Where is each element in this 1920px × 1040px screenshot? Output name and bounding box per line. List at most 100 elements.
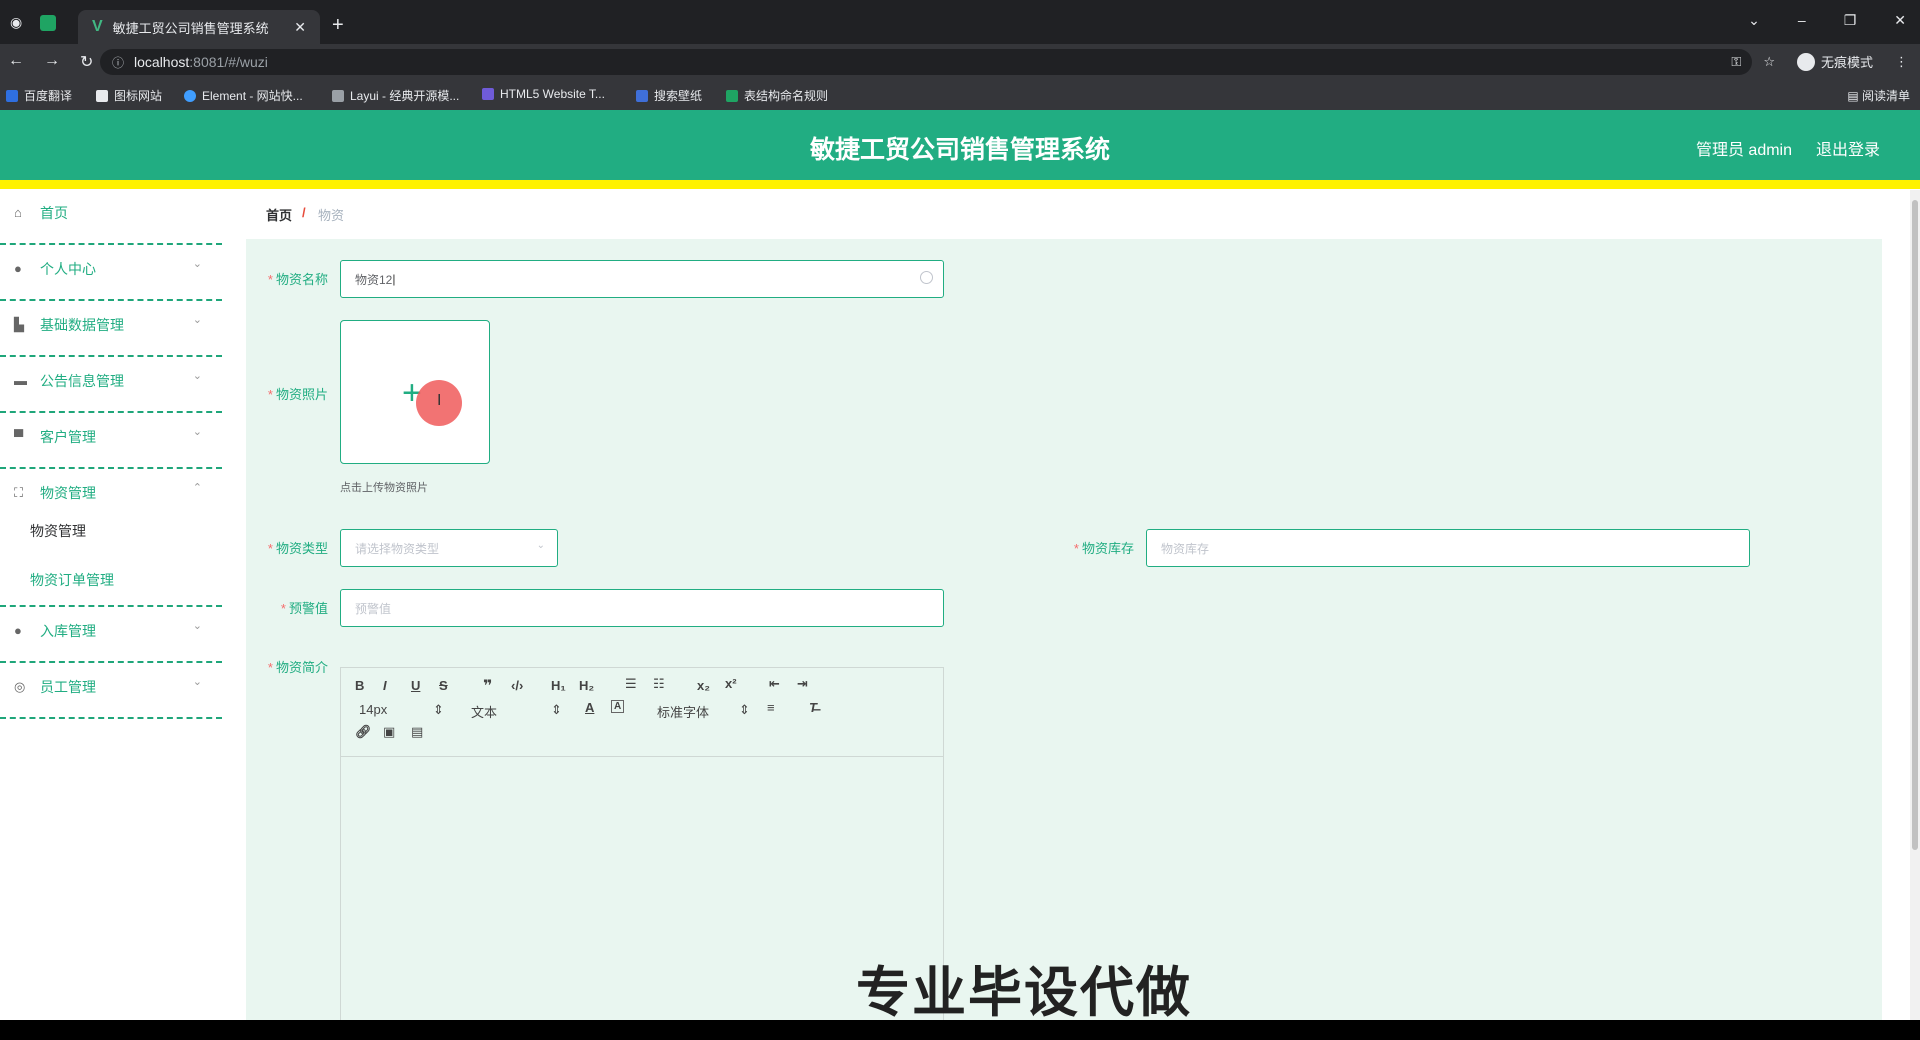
- clean-format-icon[interactable]: T̶: [809, 700, 817, 715]
- bookmark-item[interactable]: Layui - 经典开源模...: [332, 87, 459, 104]
- submenu-material[interactable]: 物资管理: [30, 521, 86, 541]
- chevron-down-icon: ⌄: [192, 426, 202, 438]
- ordered-list-icon[interactable]: ☰: [625, 676, 637, 692]
- font-size-select[interactable]: 14px: [359, 702, 387, 717]
- scrollbar-thumb[interactable]: [1912, 200, 1918, 850]
- url-field[interactable]: ⓘ localhost:8081/#/wuzi: [100, 49, 1752, 75]
- breadcrumb-current: 物资: [318, 208, 345, 223]
- new-tab-button[interactable]: +: [332, 14, 344, 37]
- blockquote-icon[interactable]: ❞: [483, 676, 492, 696]
- bookmark-item[interactable]: HTML5 Website T...: [482, 87, 605, 101]
- sidebar-item-staff[interactable]: ◎ 员工管理 ⌄: [0, 663, 222, 719]
- tab-title: 敏捷工贸公司销售管理系统: [112, 20, 269, 36]
- reading-list-icon: ▤: [1847, 89, 1862, 103]
- submenu-material-order[interactable]: 物资订单管理: [30, 570, 114, 590]
- forward-icon[interactable]: →: [44, 52, 60, 72]
- current-user: 管理员 admin: [1695, 142, 1792, 159]
- material-name-input[interactable]: 物资12 |: [340, 260, 944, 298]
- code-block-icon[interactable]: ‹/›: [511, 678, 523, 693]
- material-name-value: 物资12: [355, 272, 393, 287]
- site-info-icon[interactable]: ⓘ: [112, 54, 124, 71]
- browser-more-icon[interactable]: ⋮: [1895, 54, 1908, 70]
- align-icon[interactable]: ≡: [767, 700, 775, 715]
- bold-icon[interactable]: B: [355, 678, 364, 693]
- tab-search-icon[interactable]: ⌄: [1748, 12, 1760, 29]
- sidebar-item-home[interactable]: ⌂ 首页: [0, 189, 222, 245]
- sidebar-item-basic-data[interactable]: ▙ 基础数据管理 ⌄: [0, 301, 222, 357]
- vue-favicon-icon: V: [92, 18, 103, 35]
- background-color-icon[interactable]: A: [611, 700, 625, 713]
- bookmark-item[interactable]: 搜索壁纸: [636, 87, 702, 104]
- browser-tab-active[interactable]: V 敏捷工贸公司销售管理系统 ✕: [78, 10, 320, 44]
- indent-icon[interactable]: ⇥: [797, 676, 808, 692]
- font-family-select[interactable]: 标准字体: [657, 702, 709, 721]
- image-icon[interactable]: ▣: [383, 724, 395, 740]
- video-icon[interactable]: ▤: [411, 724, 423, 740]
- header2-icon[interactable]: H₂: [579, 678, 594, 693]
- chevron-down-icon: ⌄: [192, 314, 202, 326]
- bookmark-icon: [726, 89, 738, 102]
- header1-icon[interactable]: H₁: [551, 678, 566, 693]
- editor-toolbar: B I U S ❞ ‹/› H₁ H₂ ☰ ☷ x₂ x² ⇤ ⇥ 14px ⇕…: [341, 668, 943, 757]
- pinned-tab-icon[interactable]: [40, 14, 57, 31]
- name-label: * 物资名称: [267, 272, 328, 287]
- underline-icon[interactable]: U: [411, 678, 420, 693]
- notice-icon: ▬: [14, 373, 27, 388]
- font-color-icon[interactable]: A: [585, 700, 594, 715]
- logout-button[interactable]: 退出登录: [1816, 136, 1880, 160]
- key-icon[interactable]: ⚿: [1731, 54, 1741, 70]
- sidebar-item-label: 个人中心: [40, 261, 96, 277]
- photo-label: * 物资照片: [267, 387, 328, 402]
- app-header: 敏捷工贸公司销售管理系统 管理员 admin 退出登录: [0, 110, 1920, 189]
- restore-icon[interactable]: ❐: [1844, 12, 1857, 29]
- close-window-icon[interactable]: ✕: [1894, 12, 1906, 29]
- app-title: 敏捷工贸公司销售管理系统: [809, 136, 1110, 164]
- format-select[interactable]: 文本: [471, 702, 497, 721]
- close-tab-icon[interactable]: ✕: [294, 19, 306, 36]
- bookmark-item[interactable]: 图标网站: [96, 87, 162, 104]
- sidebar-item-notice[interactable]: ▬ 公告信息管理 ⌄: [0, 357, 222, 413]
- subscript-icon[interactable]: x₂: [697, 678, 710, 693]
- photo-upload[interactable]: +: [340, 320, 490, 464]
- sidebar-item-material[interactable]: ⛶ 物资管理 ⌃ 物资管理 物资订单管理: [0, 469, 222, 607]
- type-placeholder: 请选择物资类型: [355, 541, 440, 556]
- customer-icon: ▀: [14, 429, 24, 444]
- bookmark-icon: [6, 89, 18, 102]
- bullet-list-icon[interactable]: ☷: [653, 676, 665, 692]
- clear-icon[interactable]: [920, 271, 933, 284]
- bookmark-item[interactable]: Element - 网站快...: [184, 87, 303, 104]
- minimize-icon[interactable]: –: [1798, 12, 1806, 29]
- sidebar-item-profile[interactable]: ● 个人中心 ⌄: [0, 245, 222, 301]
- sidebar-item-label: 员工管理: [40, 679, 96, 695]
- stock-input[interactable]: 物资库存: [1146, 529, 1750, 567]
- sidebar: ⌂ 首页 ● 个人中心 ⌄ ▙ 基础数据管理 ⌄ ▬ 公告信息管理 ⌄ ▀ 客户…: [0, 189, 222, 1020]
- warn-input[interactable]: 预警值: [340, 589, 944, 627]
- outdent-icon[interactable]: ⇤: [769, 676, 780, 692]
- browser-menu-icon[interactable]: ◉: [10, 14, 22, 31]
- back-icon[interactable]: ←: [8, 52, 24, 72]
- bookmark-icon: [636, 89, 648, 102]
- home-icon: ⌂: [14, 205, 22, 220]
- sidebar-item-label: 首页: [40, 205, 68, 221]
- text-cursor-icon: I: [437, 392, 442, 409]
- staff-icon: ◎: [14, 679, 26, 694]
- reload-icon[interactable]: ↻: [80, 52, 93, 72]
- intro-label: * 物资简介: [267, 660, 328, 675]
- breadcrumb-home[interactable]: 首页: [266, 205, 292, 224]
- bookmark-item[interactable]: 表结构命名规则: [726, 87, 828, 104]
- bookmark-item[interactable]: 百度翻译: [6, 87, 72, 104]
- superscript-icon[interactable]: x²: [725, 676, 737, 691]
- chevron-down-icon: ⌄: [192, 620, 202, 632]
- material-type-select[interactable]: 请选择物资类型 ⌄: [340, 529, 558, 567]
- italic-icon[interactable]: I: [383, 678, 387, 693]
- incognito-indicator[interactable]: 无痕模式: [1796, 52, 1873, 71]
- bottom-black-bar: [0, 1020, 1920, 1040]
- strike-icon[interactable]: S: [439, 678, 448, 693]
- select-arrow-icon: ⇕: [551, 702, 562, 717]
- bookmark-star-icon[interactable]: ☆: [1763, 54, 1775, 70]
- sidebar-item-stockin[interactable]: ● 入库管理 ⌄: [0, 607, 222, 663]
- link-icon[interactable]: 🔗︎: [355, 724, 372, 740]
- reading-list-button[interactable]: ▤ 阅读清单: [1847, 87, 1910, 104]
- page-scrollbar[interactable]: [1910, 190, 1920, 1020]
- sidebar-item-customer[interactable]: ▀ 客户管理 ⌄: [0, 413, 222, 469]
